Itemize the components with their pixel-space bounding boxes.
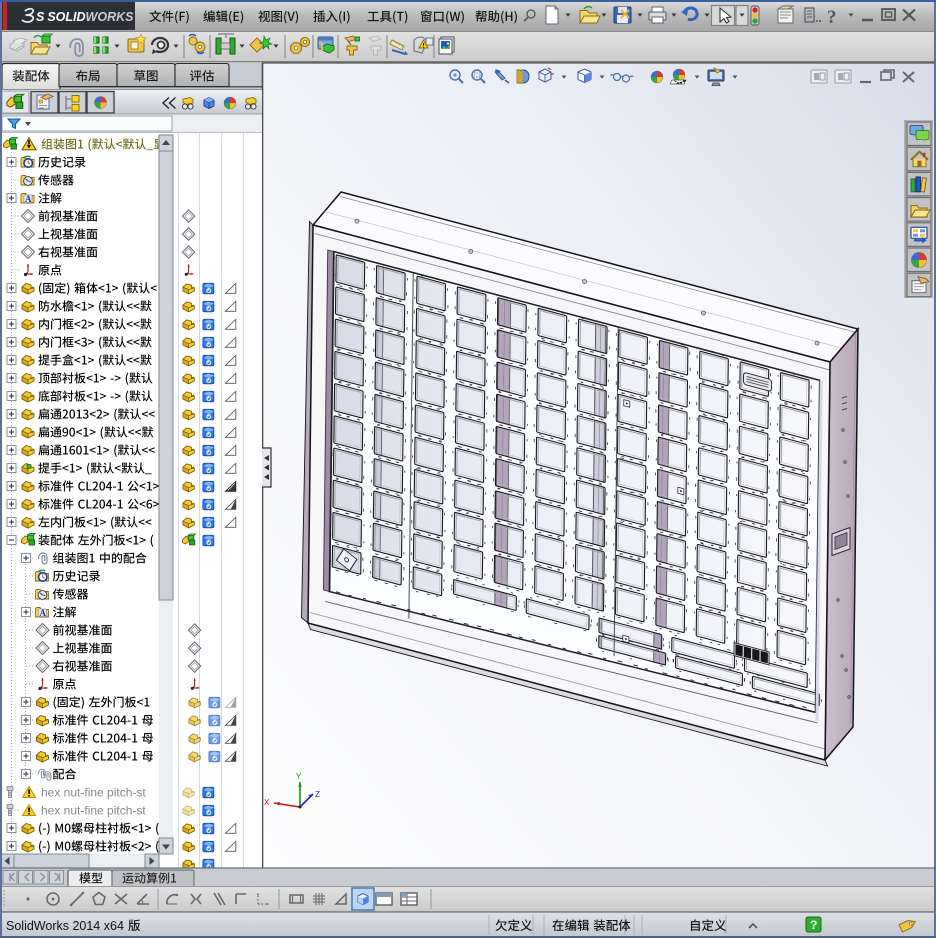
svg-text:Z: Z xyxy=(315,790,320,799)
svg-text:?: ? xyxy=(810,918,817,932)
svg-text:SSOLIDWORKS: S SOLIDWORKS xyxy=(36,10,134,24)
svg-text:Y: Y xyxy=(296,772,302,781)
svg-text:SolidWorks 2014 x64: SolidWorks 2014 x64 xyxy=(6,919,124,933)
svg-text:?: ? xyxy=(827,7,837,28)
svg-text:hex nut-fine pitch-st: hex nut-fine pitch-st xyxy=(41,786,146,800)
svg-text:X: X xyxy=(264,798,270,807)
svg-text:hex nut-fine pitch-st: hex nut-fine pitch-st xyxy=(41,804,146,818)
